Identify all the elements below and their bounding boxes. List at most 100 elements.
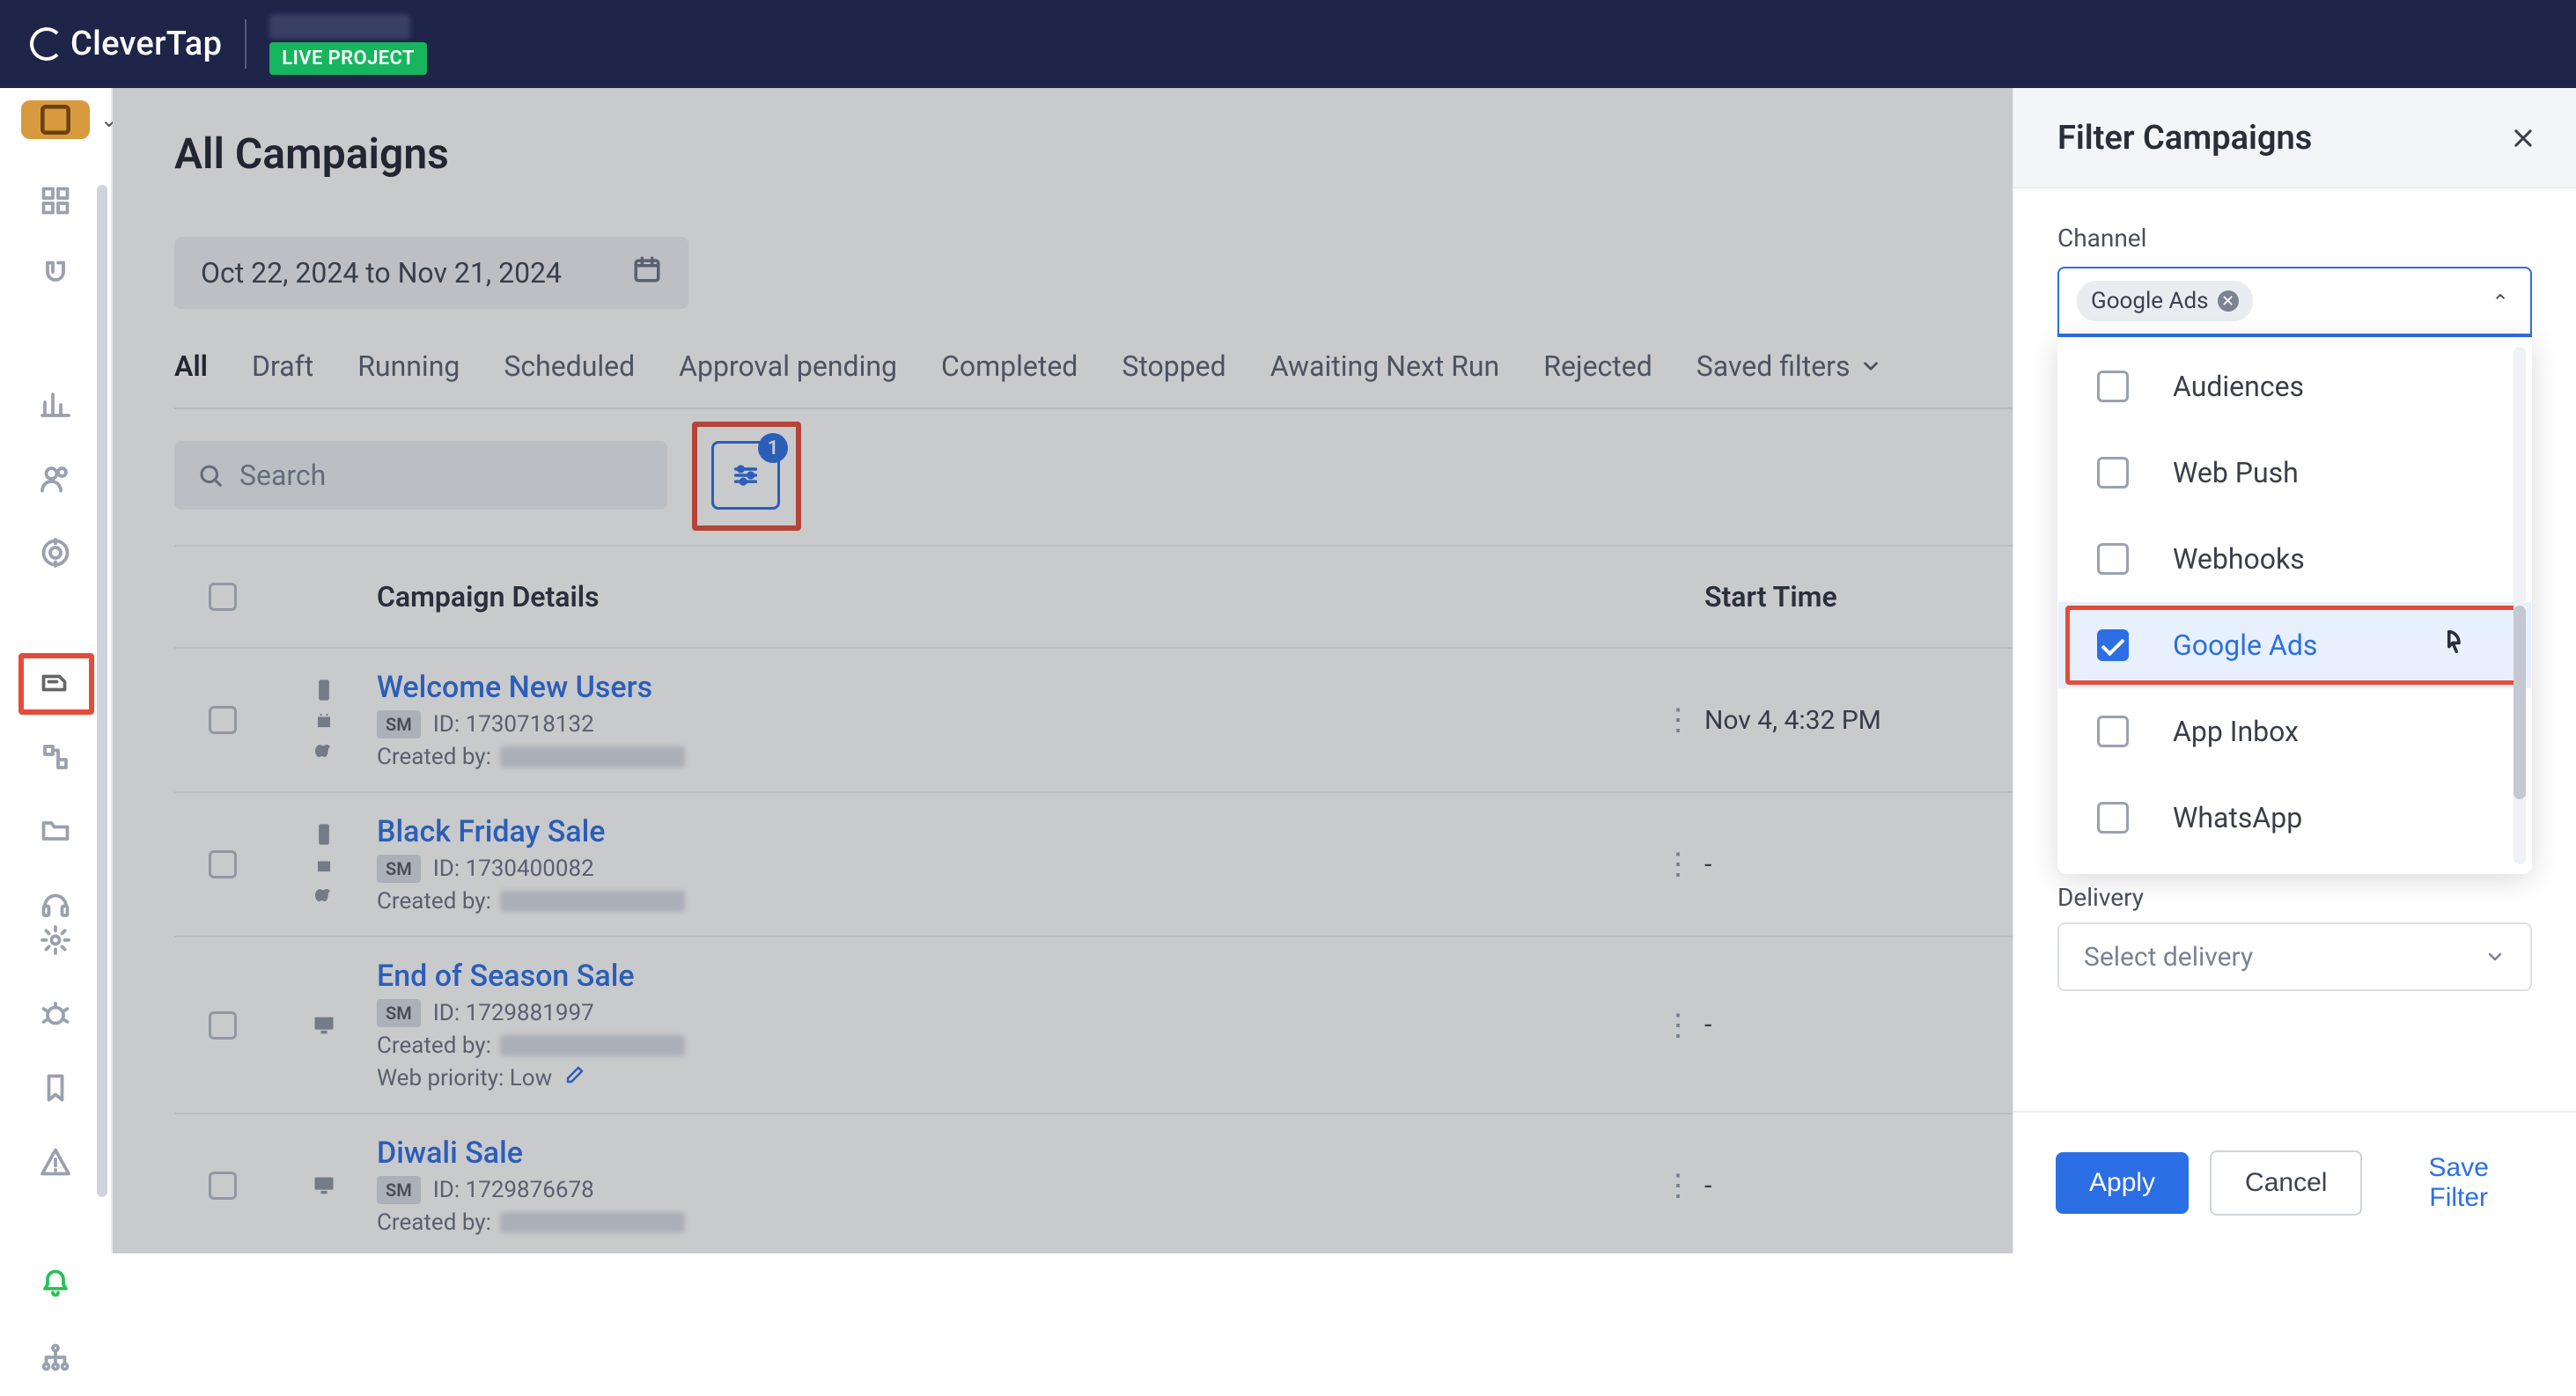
row-checkbox[interactable] [209,1011,237,1040]
campaign-name-link[interactable]: Diwali Sale [377,1135,1652,1171]
delivery-select[interactable]: Select delivery [2057,922,2532,991]
option-web-push[interactable]: Web Push [2058,430,2531,516]
warning-icon[interactable] [38,1144,73,1179]
campaign-name-link[interactable]: Welcome New Users [377,670,1652,705]
date-range-picker[interactable]: Oct 22, 2024 to Nov 21, 2024 [174,237,688,309]
search-input[interactable]: Search [174,441,667,510]
gear-icon[interactable] [38,922,73,958]
brand-logo: CleverTap [30,25,222,63]
checkbox-checked-icon [2097,629,2129,661]
row-actions-menu[interactable]: ⋮ [1652,847,1704,882]
tab-approval-pending[interactable]: Approval pending [679,349,897,383]
col-details: Campaign Details [377,580,1652,614]
bug-icon[interactable] [38,996,73,1032]
chip-remove-icon[interactable]: ✕ [2218,290,2239,312]
panel-body: Channel Google Ads ✕ ⌄ Audiences Web Pus… [2013,188,2576,1111]
bell-icon[interactable] [38,1266,73,1301]
row-checkbox[interactable] [209,706,237,734]
channel-icons [271,1173,377,1198]
created-by-label: Created by: [377,744,491,770]
option-whatsapp[interactable]: WhatsApp [2058,775,2531,861]
bookmark-icon[interactable] [38,1070,73,1106]
campaign-tag: SM [377,855,421,883]
creator-redacted [500,1212,685,1233]
panel-title: Filter Campaigns [2057,119,2312,158]
option-google-ads[interactable]: Google Ads [2058,602,2531,688]
boards-icon[interactable] [38,183,73,218]
campaign-name-link[interactable]: Black Friday Sale [377,814,1652,849]
row-checkbox[interactable] [209,850,237,878]
cancel-button[interactable]: Cancel [2210,1150,2362,1216]
tab-awaiting-next-run[interactable]: Awaiting Next Run [1270,349,1500,383]
journeys-icon[interactable] [38,739,73,775]
target-icon[interactable] [38,535,73,570]
chevron-down-icon [1859,355,1882,378]
filter-count-badge: 1 [758,433,788,463]
channel-icons [271,1013,377,1038]
filter-button[interactable]: 1 [711,441,780,510]
created-by-label: Created by: [377,1209,491,1236]
option-audiences[interactable]: Audiences [2058,343,2531,430]
scrollbar-thumb[interactable] [2513,606,2526,799]
campaign-id: ID: 1729876678 [433,1177,594,1203]
col-start: Start Time [1704,580,1960,614]
campaign-id: ID: 1729881997 [433,1000,594,1026]
project-switcher[interactable]: LIVE PROJECT [269,14,427,75]
date-range-text: Oct 22, 2024 to Nov 21, 2024 [201,256,562,290]
live-project-badge: LIVE PROJECT [269,42,427,75]
nav-icons-top [38,183,73,922]
creator-redacted [500,1035,685,1056]
desktop-icon [312,1013,336,1038]
left-nav-rail: ⌄ [0,88,113,1253]
org-avatar[interactable]: ⌄ [21,100,90,139]
saved-filters-dropdown[interactable]: Saved filters [1696,349,1882,383]
tab-draft[interactable]: Draft [252,349,313,383]
row-actions-menu[interactable]: ⋮ [1652,1008,1704,1043]
rail-scrollbar[interactable] [97,185,107,1197]
chevron-down-icon [2484,946,2506,967]
header-divider [245,19,247,69]
folder-icon[interactable] [38,813,73,849]
row-actions-menu[interactable]: ⋮ [1652,702,1704,738]
option-label: Web Push [2173,456,2299,489]
option-app-inbox[interactable]: App Inbox [2058,688,2531,775]
created-by-label: Created by: [377,1032,491,1059]
checkbox-icon [2097,543,2129,575]
header-checkbox[interactable] [174,583,271,611]
audience-icon[interactable] [38,461,73,496]
row-actions-menu[interactable]: ⋮ [1652,1168,1704,1203]
analytics-icon[interactable] [38,387,73,422]
apply-button[interactable]: Apply [2056,1152,2189,1214]
save-filter-button[interactable]: Save Filter [2383,1137,2534,1229]
tab-running[interactable]: Running [357,349,460,383]
saved-filters-label: Saved filters [1696,349,1851,383]
option-label: App Inbox [2173,715,2299,748]
campaigns-icon[interactable] [38,665,73,701]
channel-multiselect[interactable]: Google Ads ✕ ⌄ [2057,267,2532,337]
delivery-field-label: Delivery [2057,883,2532,912]
close-button[interactable] [2506,121,2541,156]
chip-label: Google Ads [2091,288,2209,314]
headset-icon[interactable] [38,887,73,922]
channel-icons [271,822,377,907]
nav-icons-bottom [38,922,73,1396]
option-label: Webhooks [2173,542,2305,576]
sitemap-icon[interactable] [38,1340,73,1375]
tab-all[interactable]: All [174,349,208,383]
tab-scheduled[interactable]: Scheduled [504,349,635,383]
tab-completed[interactable]: Completed [941,349,1078,383]
calendar-icon [632,254,662,291]
campaign-name-link[interactable]: End of Season Sale [377,959,1652,994]
magnet-icon[interactable] [38,257,73,292]
campaign-details-cell: Welcome New Users SM ID: 1730718132 Crea… [377,670,1652,770]
edit-icon[interactable] [564,1064,585,1091]
tab-stopped[interactable]: Stopped [1122,349,1225,383]
option-label: Audiences [2173,370,2304,403]
dropdown-scrollbar[interactable] [2513,347,2526,864]
tab-rejected[interactable]: Rejected [1543,349,1652,383]
option-webhooks[interactable]: Webhooks [2058,516,2531,602]
checkbox-icon [2097,716,2129,747]
filter-button-wrap: 1 [703,432,789,518]
delivery-placeholder: Select delivery [2084,942,2253,973]
row-checkbox[interactable] [209,1172,237,1200]
